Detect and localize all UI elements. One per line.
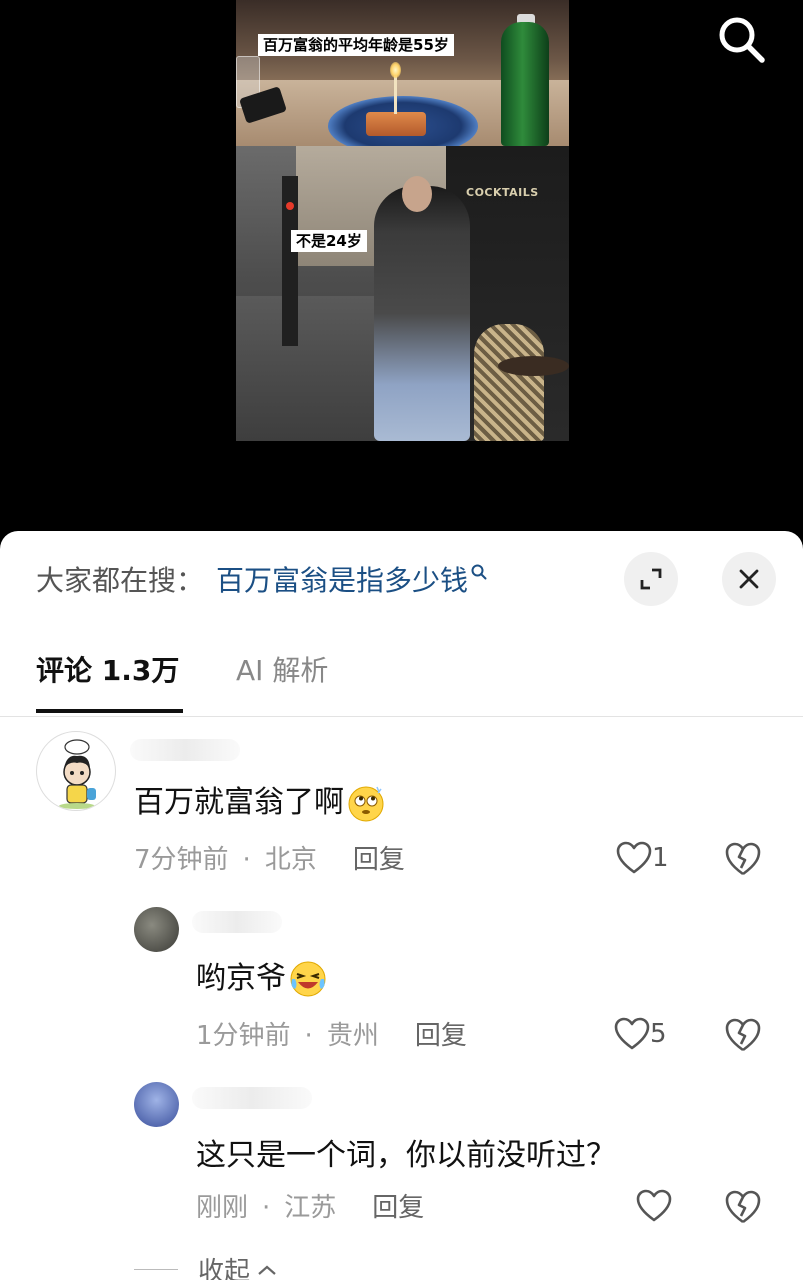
heart-icon (636, 1189, 672, 1222)
reply-button[interactable]: 回复 (415, 1019, 467, 1053)
scene-cafe-table (498, 356, 569, 376)
reply-button[interactable]: 回复 (353, 843, 405, 877)
chevron-up-icon (258, 1265, 276, 1275)
tab-bar: 评论 1.3万 AI 解析 (0, 631, 803, 717)
broken-heart-icon[interactable] (724, 841, 762, 877)
scene-candle (394, 74, 397, 114)
video-frame: COCKTAILS (236, 0, 569, 441)
meta-separator: · (242, 845, 251, 875)
expand-icon (640, 568, 662, 590)
comment-location: 贵州 (326, 1021, 379, 1051)
reply-button[interactable]: 回复 (372, 1191, 424, 1225)
video-caption-top: 百万富翁的平均年龄是55岁 (258, 34, 454, 56)
scene-person (374, 186, 470, 441)
active-tab-indicator (36, 709, 183, 713)
scene-bottle (501, 22, 549, 146)
close-icon (739, 569, 759, 589)
tab-comments[interactable]: 评论 1.3万 (36, 653, 179, 689)
scene-chair (474, 324, 544, 441)
like-button[interactable]: 1 (616, 841, 669, 875)
avatar[interactable] (134, 1082, 179, 1127)
comments-sheet: 大家都在搜： 百万富翁是指多少钱 评论 1.3万 AI 解析 百万就富翁了啊 7… (0, 531, 803, 1280)
comment-time: 刚刚 (196, 1193, 249, 1223)
like-count: 1 (652, 843, 669, 873)
collapse-label: 收起 (198, 1257, 251, 1280)
close-button[interactable] (722, 552, 776, 606)
video-caption-bottom: 不是24岁 (291, 230, 367, 252)
comment-text: 这只是一个词，你以前没听过？ (196, 1136, 616, 1176)
search-button[interactable] (714, 12, 768, 66)
scene-flame (390, 62, 401, 78)
video-scene-street: COCKTAILS (236, 146, 569, 441)
avatar[interactable] (134, 907, 179, 952)
username-blurred[interactable] (130, 739, 240, 761)
collapse-replies-button[interactable]: 收起 (134, 1251, 278, 1280)
comment-location: 江苏 (284, 1193, 337, 1223)
comment-location: 北京 (264, 845, 317, 875)
meta-separator: · (262, 1193, 271, 1223)
laughing-crying-emoji-icon (290, 961, 326, 997)
comment-text-content: 这只是一个词，你以前没听过？ (196, 1138, 616, 1173)
scene-traffic-light (286, 202, 294, 210)
scene-shop-sign: COCKTAILS (466, 186, 539, 199)
comment-time: 1分钟前 (196, 1021, 291, 1051)
username-blurred[interactable] (192, 1087, 312, 1109)
broken-heart-icon[interactable] (724, 1017, 762, 1053)
trending-term-link[interactable]: 百万富翁是指多少钱 (216, 559, 468, 599)
trending-prefix: 大家都在搜： (36, 564, 205, 597)
heart-icon (616, 841, 652, 874)
meta-separator: · (304, 1021, 313, 1051)
like-button[interactable]: 5 (614, 1017, 667, 1051)
comment-text: 哟京爷 (196, 959, 328, 999)
broken-heart-icon[interactable] (724, 1189, 762, 1225)
video-scene-dinner (236, 0, 569, 156)
comment-meta: 1分钟前 · 贵州 回复 (196, 1019, 467, 1053)
tab-ai-analysis[interactable]: AI 解析 (236, 653, 328, 689)
avatar[interactable] (36, 731, 116, 811)
like-button[interactable] (636, 1189, 672, 1223)
rolling-eyes-emoji-icon (348, 786, 384, 822)
comment-text-content: 百万就富翁了啊 (134, 785, 344, 820)
heart-icon (614, 1017, 650, 1050)
expand-button[interactable] (624, 552, 678, 606)
search-small-icon (471, 564, 487, 580)
like-count: 5 (650, 1019, 667, 1049)
comment-meta: 7分钟前 · 北京 回复 (134, 843, 405, 877)
scene-cake (366, 112, 426, 136)
username-blurred[interactable] (192, 911, 282, 933)
comment-text-content: 哟京爷 (196, 961, 286, 996)
avatar-cartoon-icon (59, 739, 96, 809)
collapse-divider (134, 1269, 178, 1270)
comment-text: 百万就富翁了啊 (134, 783, 386, 823)
scene-person-head (402, 176, 432, 212)
video-player[interactable]: COCKTAILS 百万富翁的平均年龄是55岁 不是24岁 (0, 0, 803, 545)
search-icon (719, 17, 765, 63)
trending-search[interactable]: 大家都在搜： 百万富翁是指多少钱 (36, 559, 488, 599)
comment-meta: 刚刚 · 江苏 回复 (196, 1191, 424, 1225)
comment-time: 7分钟前 (134, 845, 229, 875)
